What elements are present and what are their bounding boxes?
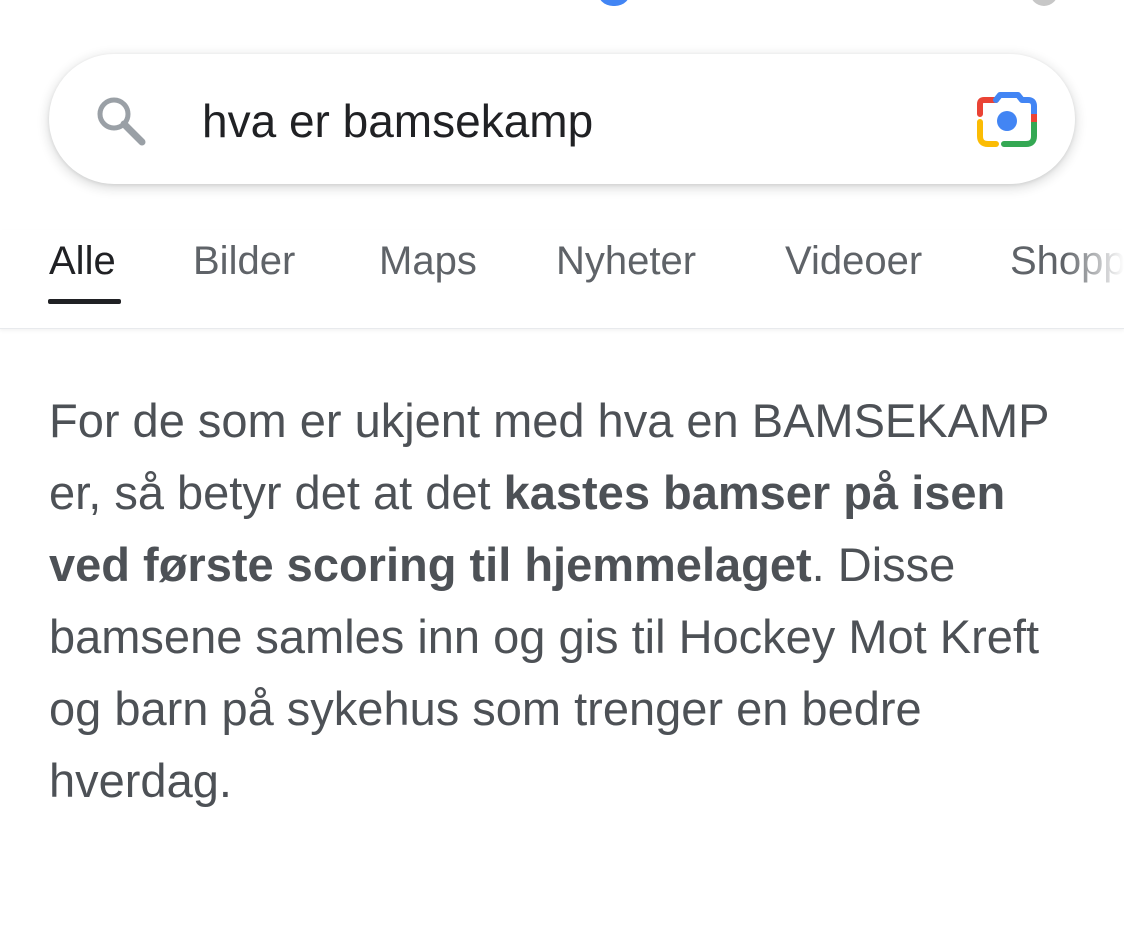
tab-nyheter[interactable]: Nyheter	[556, 238, 696, 284]
google-lens-icon[interactable]	[976, 92, 1038, 148]
tabs-fade-overlay	[1064, 230, 1124, 320]
tab-alle[interactable]: Alle	[49, 238, 116, 284]
tab-maps[interactable]: Maps	[379, 238, 477, 284]
tab-videoer[interactable]: Videoer	[785, 238, 922, 284]
search-icon[interactable]	[92, 92, 148, 148]
search-input[interactable]: hva er bamsekamp	[202, 94, 593, 148]
active-tab-indicator	[48, 299, 121, 304]
tab-bilder[interactable]: Bilder	[193, 238, 295, 284]
featured-snippet-text: For de som er ukjent med hva en BAMSEKAM…	[49, 385, 1089, 817]
search-tabs: Alle Bilder Maps Nyheter Videoer Shopp	[0, 230, 1124, 329]
status-indicator-grey	[1030, 0, 1058, 6]
status-indicator-blue	[597, 0, 631, 6]
